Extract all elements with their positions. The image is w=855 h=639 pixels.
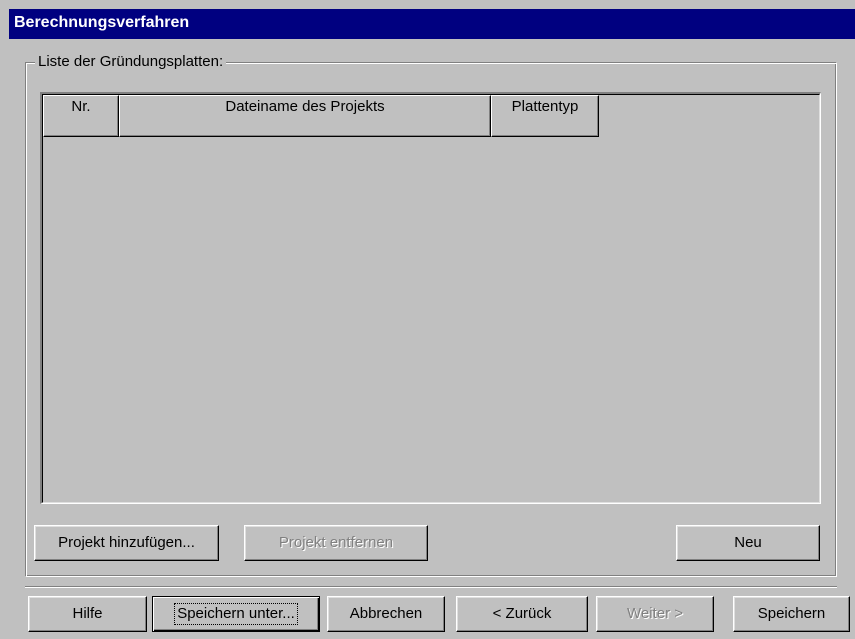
add-project-button[interactable]: Projekt hinzufügen...	[34, 525, 219, 561]
save-as-label: Speichern unter...	[174, 603, 298, 625]
footer-separator	[25, 586, 837, 588]
save-button[interactable]: Speichern	[733, 596, 850, 632]
help-label: Hilfe	[72, 605, 103, 622]
column-header-nr[interactable]: Nr.	[43, 95, 119, 137]
back-label: < Zurück	[492, 605, 552, 622]
column-header-filename[interactable]: Dateiname des Projekts	[119, 95, 491, 137]
next-label: Weiter >	[627, 605, 683, 622]
cancel-label: Abbrechen	[349, 605, 423, 622]
next-button[interactable]: Weiter >	[596, 596, 714, 632]
back-button[interactable]: < Zurück	[456, 596, 588, 632]
remove-project-button[interactable]: Projekt entfernen	[244, 525, 428, 561]
save-label: Speichern	[757, 605, 826, 622]
project-list-table[interactable]: Nr. Dateiname des Projekts Plattentyp	[40, 92, 821, 504]
help-button[interactable]: Hilfe	[28, 596, 147, 632]
new-label: Neu	[734, 534, 762, 551]
group-legend: Liste der Gründungsplatten:	[35, 52, 227, 72]
save-as-button[interactable]: Speichern unter...	[152, 596, 320, 632]
add-project-label: Projekt hinzufügen...	[58, 534, 195, 551]
window-title: Berechnungsverfahren	[9, 9, 855, 39]
new-button[interactable]: Neu	[676, 525, 820, 561]
column-header-platetype[interactable]: Plattentyp	[491, 95, 599, 137]
cancel-button[interactable]: Abbrechen	[327, 596, 445, 632]
remove-project-label: Projekt entfernen	[278, 534, 394, 551]
